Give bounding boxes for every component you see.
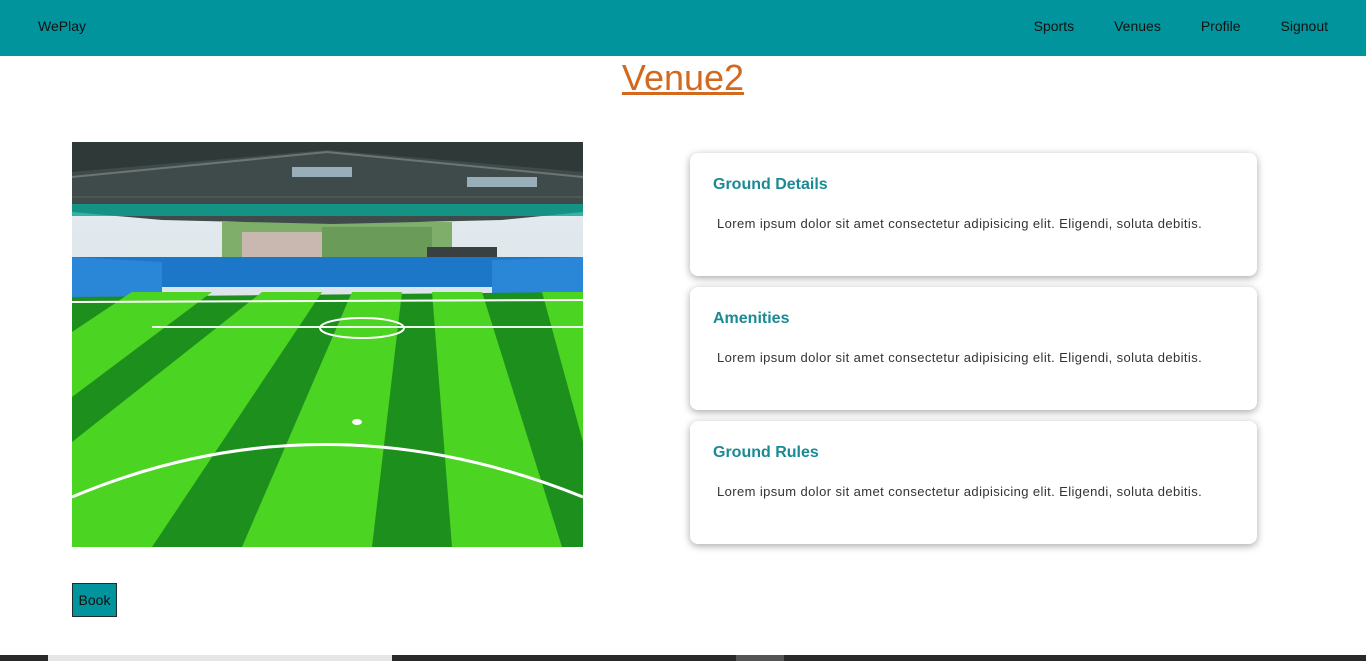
brand-link[interactable]: WePlay	[38, 18, 86, 34]
card-text: Lorem ipsum dolor sit amet consectetur a…	[717, 484, 1203, 499]
nav-signout-link[interactable]: Signout	[1281, 18, 1328, 34]
nav-profile-link[interactable]: Profile	[1201, 18, 1241, 34]
ground-rules-card: Ground Rules Lorem ipsum dolor sit amet …	[690, 421, 1257, 544]
card-text: Lorem ipsum dolor sit amet consectetur a…	[717, 350, 1203, 365]
navbar: WePlay Sports Venues Profile Signout	[0, 0, 1366, 56]
venue-photo	[72, 142, 583, 547]
card-text: Lorem ipsum dolor sit amet consectetur a…	[717, 216, 1203, 231]
ground-details-card: Ground Details Lorem ipsum dolor sit ame…	[690, 153, 1257, 276]
bottom-bar-segment	[736, 655, 784, 661]
nav-sports-link[interactable]: Sports	[1034, 18, 1074, 34]
card-title: Amenities	[713, 310, 790, 327]
venue-title[interactable]: Venue2	[0, 56, 1366, 100]
nav-venues-link[interactable]: Venues	[1114, 18, 1161, 34]
book-button[interactable]: Book	[72, 583, 117, 617]
bottom-bar-segment	[48, 655, 392, 661]
card-title: Ground Details	[713, 176, 828, 193]
nav-links: Sports Venues Profile Signout	[1034, 18, 1328, 34]
bottom-bar	[0, 655, 1366, 661]
card-title: Ground Rules	[713, 444, 819, 461]
amenities-card: Amenities Lorem ipsum dolor sit amet con…	[690, 287, 1257, 410]
